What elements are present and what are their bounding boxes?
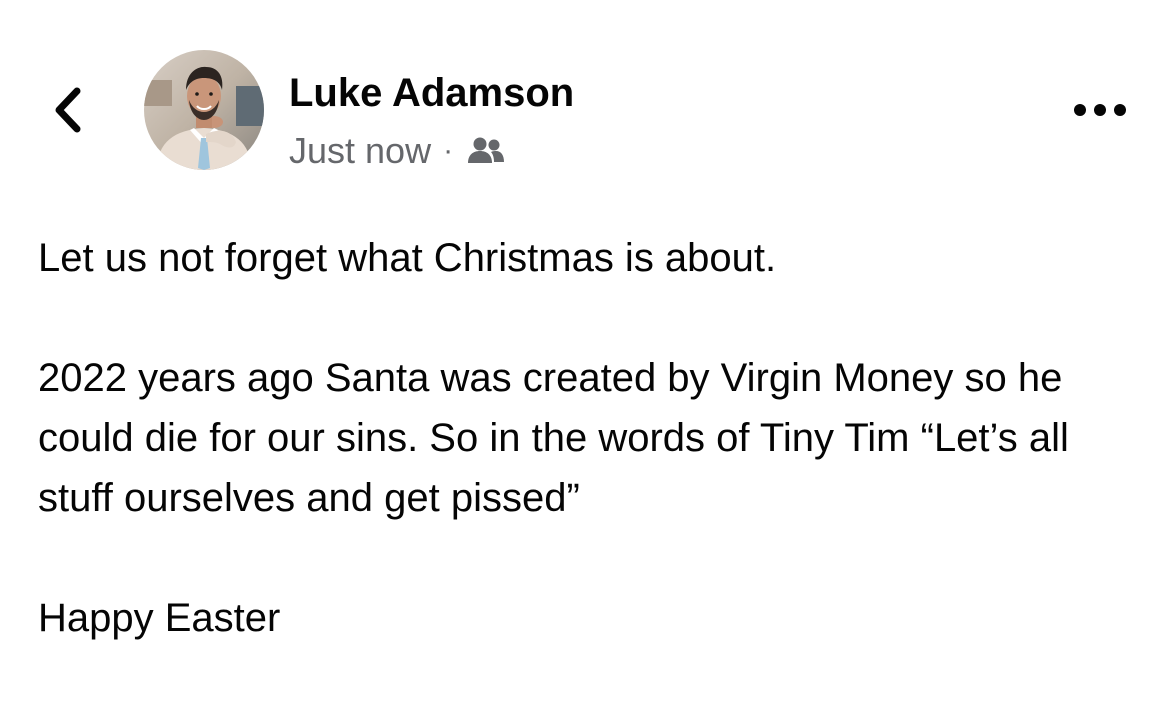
avatar[interactable] <box>144 50 264 170</box>
more-options-button[interactable] <box>1062 88 1138 132</box>
post-paragraph: Happy Easter <box>38 596 281 640</box>
post-timestamp[interactable]: Just now <box>289 130 431 172</box>
post-meta: Just now · <box>289 128 507 174</box>
post-card: Luke Adamson Just now · Let us not forge… <box>0 0 1170 705</box>
post-text: Let us not forget what Christmas is abou… <box>38 228 1128 648</box>
back-button[interactable] <box>38 80 98 140</box>
author-name[interactable]: Luke Adamson <box>289 68 574 118</box>
post-paragraph: Let us not forget what Christmas is abou… <box>38 236 777 280</box>
friends-icon[interactable] <box>467 133 507 169</box>
more-horizontal-icon <box>1074 104 1126 116</box>
post-paragraph: 2022 years ago Santa was created by Virg… <box>38 356 1069 520</box>
chevron-left-icon <box>55 87 81 133</box>
profile-photo <box>144 50 264 170</box>
meta-separator: · <box>443 134 454 167</box>
